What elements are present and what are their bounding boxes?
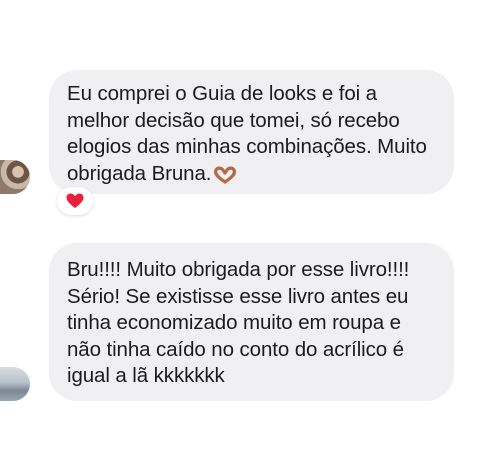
- message-text-line: Bru!!!! Muito obrigada por esse livro!!!…: [67, 258, 410, 281]
- message-text-line: elogios das minhas combinações. Muito: [67, 135, 427, 158]
- message-bubble[interactable]: Eu comprei o Guia de looks e foi a melho…: [49, 70, 454, 194]
- message-text-line: melhor decisão que tomei, só recebo: [67, 108, 400, 132]
- message-text-line: Eu comprei o Guia de looks e foi a: [67, 82, 377, 105]
- message-text-line: obrigada Bruna.: [67, 161, 212, 185]
- message-bubble[interactable]: Bru!!!! Muito obrigada por esse livro!!!…: [49, 243, 454, 401]
- reaction-badge[interactable]: [57, 187, 93, 215]
- message-text-line-with-emoji: obrigada Bruna.: [67, 161, 432, 192]
- message-text-line: não tinha caído no conto do acrílico é: [67, 337, 404, 361]
- message-text-line: igual a lã kkkkkkk: [67, 364, 225, 387]
- message-thread: Eu comprei o Guia de looks e foi a melho…: [0, 0, 500, 474]
- heart-icon: [66, 193, 84, 209]
- avatar[interactable]: [0, 367, 30, 401]
- avatar[interactable]: [0, 160, 30, 194]
- heart-hands-icon: [213, 165, 237, 192]
- message-text-line: Sério! Se existisse esse livro antes eu: [67, 284, 409, 308]
- message-text-line: tinha economizado muito em roupa e: [67, 311, 401, 334]
